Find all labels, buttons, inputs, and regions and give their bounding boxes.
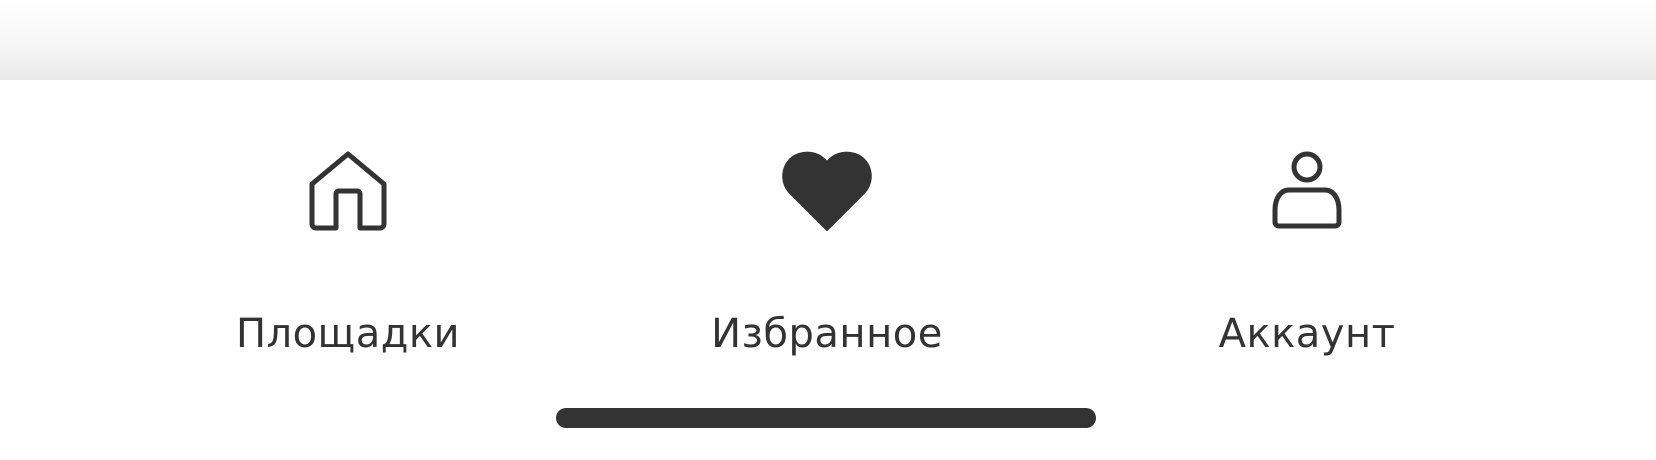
tab-label-account: Аккаунт <box>1218 311 1396 357</box>
tab-label-favorites: Избранное <box>711 311 943 357</box>
tab-favorites[interactable]: Избранное <box>677 150 977 354</box>
bottom-tab-bar: Площадки Избранное Аккаунт <box>0 80 1656 460</box>
heart-icon <box>782 151 872 231</box>
tab-label-venues: Площадки <box>235 311 461 357</box>
tab-account[interactable]: Аккаунт <box>1157 150 1457 354</box>
content-shadow <box>0 0 1656 80</box>
home-icon <box>309 151 387 231</box>
tab-venues[interactable]: Площадки <box>198 150 498 354</box>
home-indicator <box>556 408 1096 428</box>
user-icon <box>1272 151 1342 229</box>
